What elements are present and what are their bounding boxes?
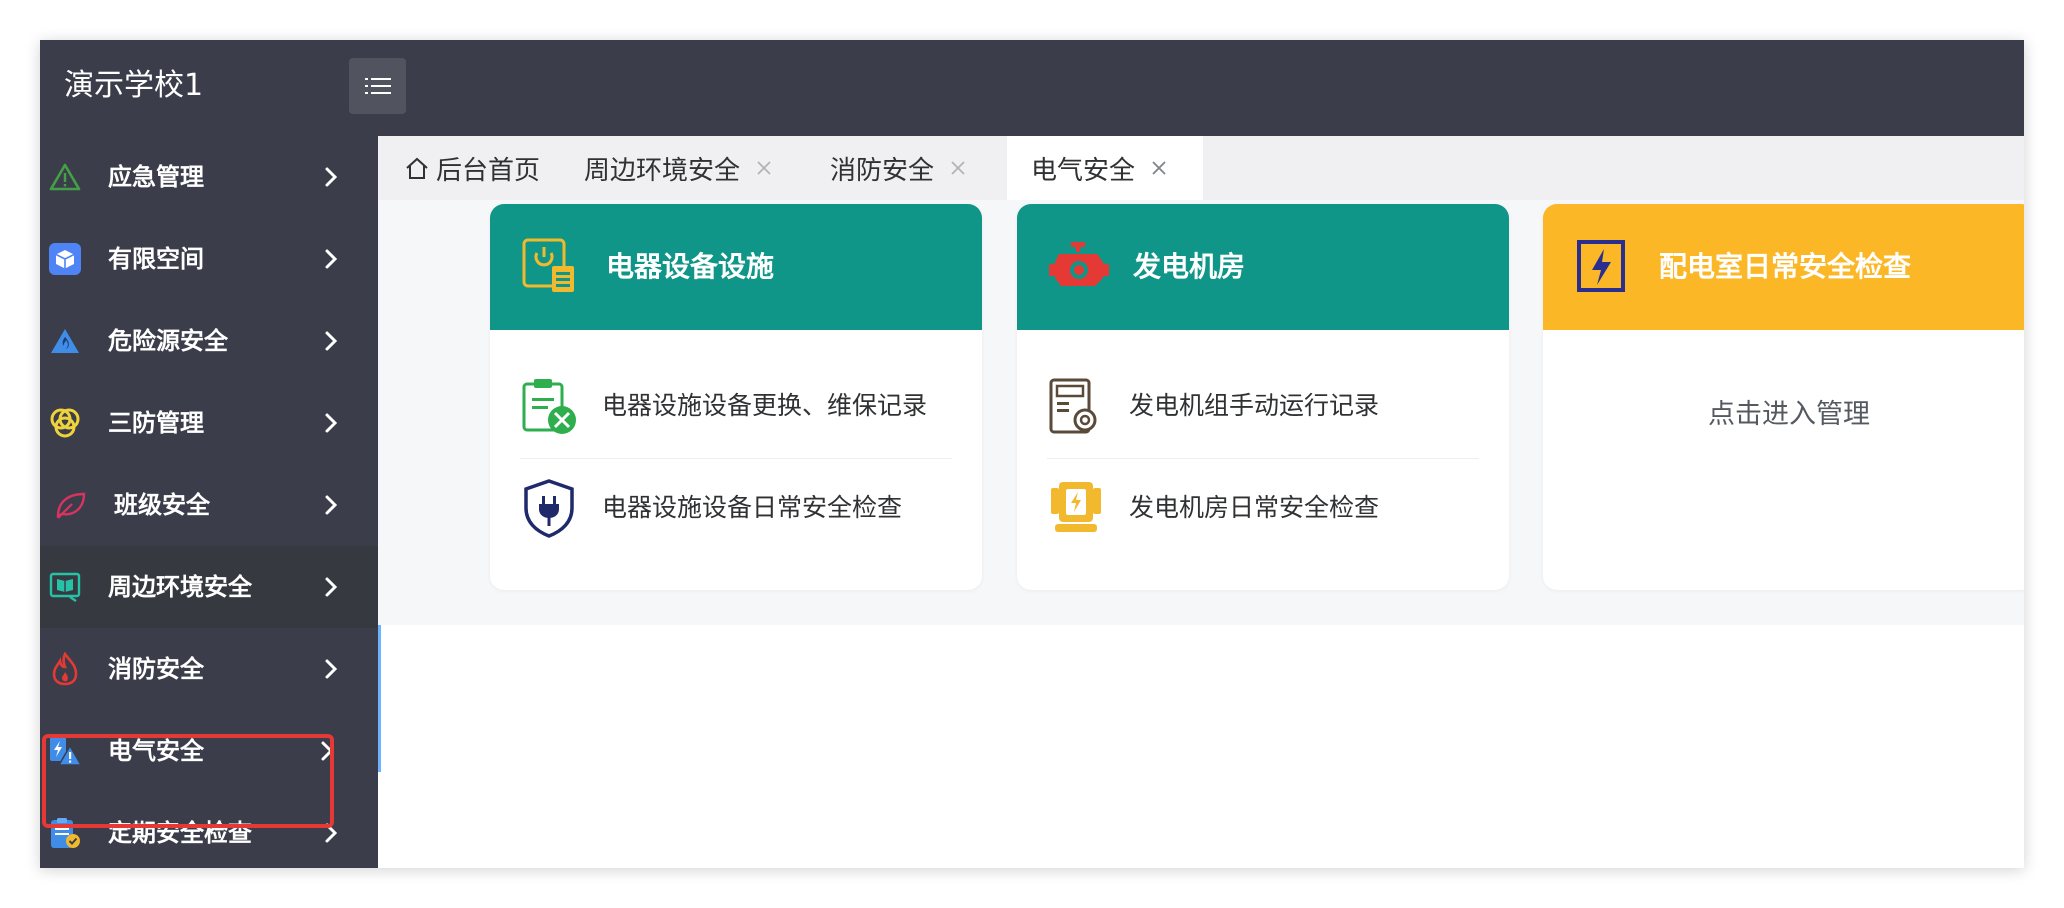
shield-plug-icon xyxy=(524,479,574,538)
chevron-right-icon xyxy=(325,577,338,597)
card-title: 电器设备设施 xyxy=(606,250,775,283)
chevron-right-icon xyxy=(325,823,338,843)
close-icon[interactable] xyxy=(948,158,968,178)
chevron-right-icon xyxy=(325,249,338,269)
generator-icon xyxy=(1051,482,1101,532)
tab-label: 消防安全 xyxy=(830,155,935,186)
hazard-flame-icon xyxy=(48,324,82,358)
sidebar-item-label: 消防安全 xyxy=(108,655,204,683)
card-distribution-room-inspection[interactable]: 配电室日常安全检查 点击进入管理 xyxy=(1543,204,2024,590)
sidebar-item-label: 定期安全检查 xyxy=(108,819,252,847)
sidebar-item-confined-space[interactable]: 有限空间 xyxy=(40,218,378,300)
sidebar-item-emergency[interactable]: 应急管理 xyxy=(40,136,378,218)
chevron-right-icon xyxy=(321,741,334,761)
tab-label: 电气安全 xyxy=(1031,155,1136,186)
card-electrical-equipment[interactable]: 电器设备设施 电器设施设备更换、维保记录 电器设施设备日常安全检查 xyxy=(490,204,982,590)
sidebar-item-label: 班级安全 xyxy=(114,491,210,519)
sidebar-item-label: 危险源安全 xyxy=(108,327,228,355)
tab-bar: 后台首页 周边环境安全 消防安全 电气安全 xyxy=(378,136,2024,200)
tab-home[interactable]: 后台首页 xyxy=(404,136,540,200)
divider xyxy=(520,458,952,459)
divider xyxy=(1047,458,1479,459)
sidebar-item-label: 三防管理 xyxy=(108,409,204,437)
tab-label: 后台首页 xyxy=(436,155,541,186)
card-title: 配电室日常安全检查 xyxy=(1659,250,1912,283)
fire-icon xyxy=(48,652,82,686)
sidebar-item-label: 周边环境安全 xyxy=(108,573,252,601)
menu-list-icon xyxy=(364,78,391,94)
sidebar: 应急管理 有限空间 危险源安全 三防管理 班级安全 周边环境安全 消防安全 电气… xyxy=(40,136,378,868)
electric-warning-icon xyxy=(48,734,82,768)
card-header[interactable]: 配电室日常安全检查 xyxy=(1543,204,2024,330)
card-header[interactable]: 电器设备设施 xyxy=(490,204,982,330)
sidebar-item-class-safety[interactable]: 班级安全 xyxy=(40,464,378,546)
top-bar: 演示学校1 xyxy=(40,40,2024,136)
rings-icon xyxy=(48,406,82,440)
tab-electrical-safety[interactable]: 电气安全 xyxy=(1007,136,1203,200)
list-item[interactable]: 电器设施设备更换、维保记录 xyxy=(520,366,952,446)
card-generator-room[interactable]: 发电机房 发电机组手动运行记录 发电机房日常安全检查 xyxy=(1017,204,1509,590)
clipboard-tools-icon xyxy=(522,379,576,434)
list-item-label: 发电机组手动运行记录 xyxy=(1129,391,1380,420)
card-title: 发电机房 xyxy=(1133,250,1246,283)
tab-surrounding-environment[interactable]: 周边环境安全 xyxy=(584,136,774,200)
clipboard-check-icon xyxy=(48,816,82,850)
sidebar-item-label: 电气安全 xyxy=(108,737,204,765)
sidebar-item-label: 应急管理 xyxy=(108,163,204,191)
close-icon[interactable] xyxy=(1149,158,1169,178)
cube-icon xyxy=(48,242,82,276)
list-item-label: 电器设施设备日常安全检查 xyxy=(602,493,903,522)
book-monitor-icon xyxy=(48,570,82,604)
enter-management-link[interactable]: 点击进入管理 xyxy=(1543,394,2024,436)
sidebar-item-fire-safety[interactable]: 消防安全 xyxy=(40,628,378,710)
home-icon xyxy=(406,157,428,179)
chevron-right-icon xyxy=(325,659,338,679)
list-item-label: 发电机房日常安全检查 xyxy=(1129,493,1380,522)
sidebar-item-hazard-source[interactable]: 危险源安全 xyxy=(40,300,378,382)
sidebar-item-surrounding-environment[interactable]: 周边环境安全 xyxy=(40,546,378,628)
school-title: 演示学校1 xyxy=(64,68,204,103)
sidebar-item-periodic-inspection[interactable]: 定期安全检查 xyxy=(40,792,378,868)
menu-toggle-button[interactable] xyxy=(349,58,406,114)
tab-fire-safety[interactable]: 消防安全 xyxy=(830,136,968,200)
sidebar-item-label: 有限空间 xyxy=(108,245,204,273)
tab-label: 周边环境安全 xyxy=(584,155,741,186)
content-area: 电器设备设施 电器设施设备更换、维保记录 电器设施设备日常安全检查 发电机房 发… xyxy=(378,200,2024,625)
chevron-right-icon xyxy=(325,495,338,515)
chevron-right-icon xyxy=(325,413,338,433)
power-device-icon xyxy=(522,238,574,292)
lightning-box-icon xyxy=(1577,240,1625,292)
sidebar-item-three-defense[interactable]: 三防管理 xyxy=(40,382,378,464)
machine-gear-icon xyxy=(1049,378,1097,434)
chevron-right-icon xyxy=(325,331,338,351)
leaf-icon xyxy=(54,488,88,522)
list-item[interactable]: 电器设施设备日常安全检查 xyxy=(520,468,952,548)
app-window: 演示学校1 应急管理 有限空间 危险源安全 三防管理 班级安全 周边环境安全 消… xyxy=(40,40,2024,868)
sidebar-item-electrical-safety[interactable]: 电气安全 xyxy=(40,710,378,792)
close-icon[interactable] xyxy=(754,158,774,178)
engine-icon xyxy=(1049,242,1109,286)
list-item[interactable]: 发电机组手动运行记录 xyxy=(1047,366,1479,446)
list-item[interactable]: 发电机房日常安全检查 xyxy=(1047,468,1479,548)
list-item-label: 电器设施设备更换、维保记录 xyxy=(602,391,928,420)
card-header[interactable]: 发电机房 xyxy=(1017,204,1509,330)
warning-triangle-icon xyxy=(48,160,82,194)
chevron-right-icon xyxy=(325,167,338,187)
